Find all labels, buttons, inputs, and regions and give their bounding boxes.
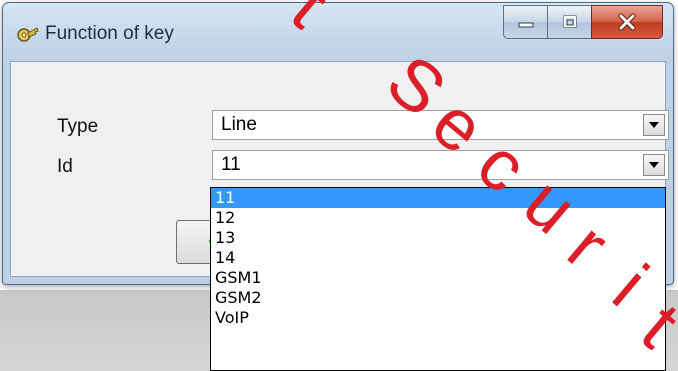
keys-icon (15, 23, 39, 47)
id-label: Id (57, 156, 73, 177)
type-combobox-value: Line (221, 114, 257, 135)
maximize-icon (563, 15, 576, 28)
type-combobox[interactable]: Line (212, 110, 669, 140)
maximize-button[interactable] (547, 5, 591, 39)
dropdown-option[interactable]: 13 (211, 228, 665, 248)
type-dropdown-arrow[interactable] (643, 114, 665, 136)
id-combobox[interactable]: 11 (212, 150, 669, 180)
id-combobox-value: 11 (221, 154, 241, 175)
dropdown-option[interactable]: GSM2 (211, 288, 665, 308)
close-button[interactable] (591, 5, 663, 39)
chevron-down-icon (649, 122, 659, 128)
dropdown-option[interactable]: GSM1 (211, 268, 665, 288)
title-bar[interactable]: Function of key (3, 3, 673, 61)
dropdown-option[interactable]: 14 (211, 248, 665, 268)
id-dropdown-arrow[interactable] (643, 154, 665, 176)
minimize-button[interactable] (503, 5, 547, 39)
dropdown-option[interactable]: VoIP (211, 308, 665, 328)
close-icon (618, 13, 636, 31)
window-title: Function of key (45, 23, 174, 44)
id-dropdown-list: 11 12 13 14 GSM1 GSM2 VoIP (210, 187, 666, 371)
dropdown-option[interactable]: 11 (211, 188, 665, 208)
chevron-down-icon (649, 162, 659, 168)
minimize-icon (518, 22, 533, 28)
caption-buttons (503, 5, 663, 39)
type-label: Type (57, 116, 99, 137)
dropdown-option[interactable]: 12 (211, 208, 665, 228)
